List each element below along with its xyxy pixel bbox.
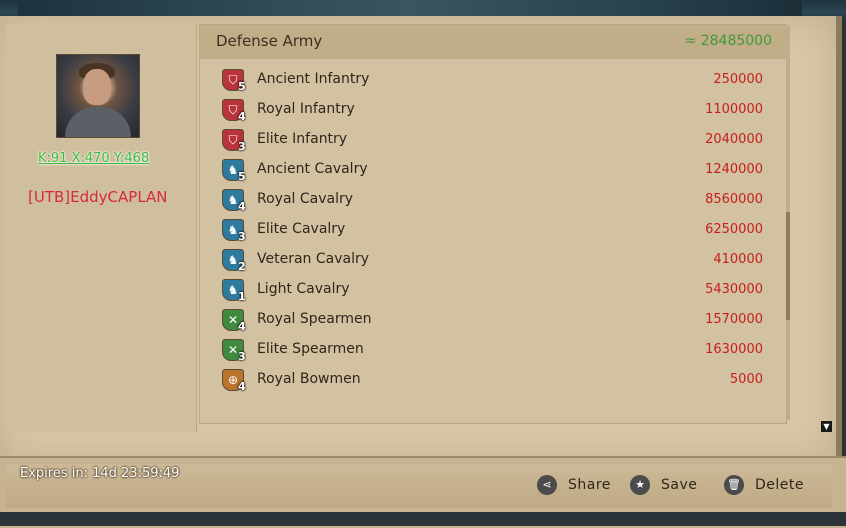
unit-row: ♞ 4 Royal Cavalry 8560000 (200, 185, 786, 215)
unit-row: ♞ 2 Veteran Cavalry 410000 (200, 245, 786, 275)
unit-tier: 1 (238, 290, 246, 303)
player-name: [UTB]EddyCAPLAN (28, 188, 168, 206)
unit-row: ⛉ 4 Royal Infantry 1100000 (200, 95, 786, 125)
unit-count: 1570000 (705, 312, 763, 327)
unit-name: Royal Bowmen (257, 371, 361, 387)
unit-name: Royal Infantry (257, 101, 355, 117)
unit-count: 1630000 (705, 342, 763, 357)
unit-row: ♞ 5 Ancient Cavalry 1240000 (200, 155, 786, 185)
unit-row: ✕ 4 Royal Spearmen 1570000 (200, 305, 786, 335)
army-total: ≈ 28485000 (684, 33, 772, 49)
banner-artwork (18, 0, 802, 17)
army-title: Defense Army (216, 32, 323, 50)
unit-name: Royal Spearmen (257, 311, 372, 327)
unit-count: 2040000 (705, 132, 763, 147)
unit-tier: 5 (238, 170, 246, 183)
unit-row: ✕ 3 Elite Spearmen 1630000 (200, 335, 786, 365)
unit-tier: 3 (238, 230, 246, 243)
unit-count: 5430000 (705, 282, 763, 297)
unit-name: Ancient Infantry (257, 71, 370, 87)
unit-name: Light Cavalry (257, 281, 350, 297)
expires-label: Expires in: 14d 23:59:49 (20, 466, 180, 481)
share-icon: ⋖ (537, 475, 557, 495)
unit-count: 6250000 (705, 222, 763, 237)
bottom-edge (0, 512, 846, 526)
unit-count: 250000 (713, 72, 763, 87)
unit-count: 1100000 (705, 102, 763, 117)
save-label: Save (661, 477, 698, 493)
unit-count: 8560000 (705, 192, 763, 207)
share-label: Share (568, 477, 611, 493)
scrollbar-thumb[interactable] (786, 212, 790, 320)
unit-name: Ancient Cavalry (257, 161, 368, 177)
star-icon: ★ (630, 475, 650, 495)
unit-row: ⊕ 4 Royal Bowmen 5000 (200, 365, 786, 395)
unit-name: Elite Spearmen (257, 341, 364, 357)
scroll-down-arrow-icon[interactable]: ▼ (821, 421, 832, 432)
unit-tier: 4 (238, 110, 246, 123)
unit-row: ⛉ 3 Elite Infantry 2040000 (200, 125, 786, 155)
avatar-armor (65, 107, 131, 137)
unit-tier: 4 (238, 320, 246, 333)
unit-row: ♞ 1 Light Cavalry 5430000 (200, 275, 786, 305)
avatar-face (83, 69, 111, 105)
delete-label: Delete (755, 477, 804, 493)
army-header: Defense Army ≈ 28485000 (200, 25, 786, 59)
army-scrollbar[interactable] (786, 26, 790, 420)
unit-tier: 3 (238, 350, 246, 363)
defense-army-panel: Defense Army ≈ 28485000 ⛉ 5 Ancient Infa… (199, 24, 787, 424)
unit-count: 1240000 (705, 162, 763, 177)
unit-name: Royal Cavalry (257, 191, 354, 207)
unit-name: Elite Cavalry (257, 221, 346, 237)
unit-tier: 2 (238, 260, 246, 273)
trash-icon: 🗑 (724, 475, 744, 495)
player-coordinates-link[interactable]: K:91 X:470 Y:468 (38, 151, 149, 166)
unit-count: 5000 (729, 372, 763, 387)
unit-name: Elite Infantry (257, 131, 348, 147)
player-avatar[interactable] (56, 54, 140, 138)
unit-tier: 4 (238, 380, 246, 393)
unit-row: ⛉ 5 Ancient Infantry 250000 (200, 65, 786, 95)
unit-name: Veteran Cavalry (257, 251, 370, 267)
unit-tier: 4 (238, 200, 246, 213)
unit-count: 410000 (713, 252, 763, 267)
unit-tier: 5 (238, 80, 246, 93)
unit-row: ♞ 3 Elite Cavalry 6250000 (200, 215, 786, 245)
unit-tier: 3 (238, 140, 246, 153)
